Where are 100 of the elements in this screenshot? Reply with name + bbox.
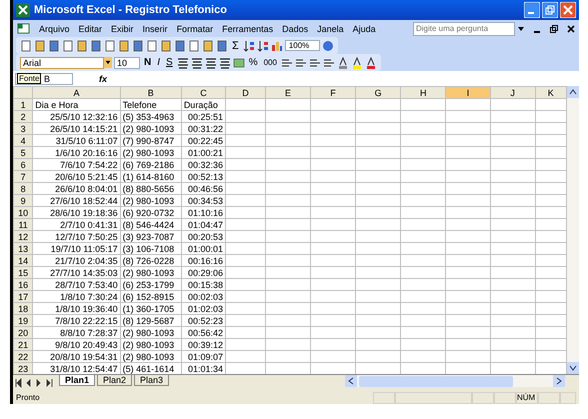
sheet-navigation-icon[interactable] — [15, 378, 55, 388]
table-cell: (5) 353-4963 — [120, 110, 182, 122]
row-header[interactable]: 21 — [14, 338, 33, 350]
row-header[interactable]: 3 — [14, 122, 33, 134]
decimal-icon[interactable] — [308, 56, 321, 68]
bold-button[interactable]: N — [142, 57, 154, 68]
align-icon[interactable] — [190, 56, 203, 68]
table-cell: (2) 980-1093 — [120, 350, 182, 362]
column-header[interactable]: B — [120, 86, 182, 98]
help-icon[interactable] — [322, 40, 334, 52]
column-header[interactable]: A — [32, 86, 120, 98]
row-header[interactable]: 7 — [14, 170, 33, 182]
row-header[interactable]: 4 — [14, 134, 33, 146]
table-cell: 28/6/10 19:18:36 — [32, 206, 120, 218]
row-header[interactable]: 11 — [14, 218, 33, 230]
align-icon[interactable] — [204, 56, 217, 68]
row-header[interactable]: 15 — [14, 266, 33, 278]
align-icon[interactable] — [218, 56, 231, 68]
scroll-left-icon[interactable] — [345, 375, 357, 387]
column-header[interactable]: I — [446, 86, 490, 98]
vertical-scrollbar[interactable] — [567, 86, 579, 374]
column-header[interactable]: C — [181, 86, 226, 98]
font-field[interactable]: Arial — [20, 56, 104, 68]
workbook-icon[interactable] — [17, 22, 30, 35]
autosum-button[interactable]: Σ — [230, 40, 241, 52]
scroll-right-icon[interactable] — [553, 375, 565, 387]
border-icon[interactable] — [336, 56, 349, 68]
fontcolor-icon[interactable] — [364, 56, 377, 68]
row-header[interactable]: 5 — [14, 146, 33, 158]
table-cell: (6) 920-0732 — [120, 206, 182, 218]
row-header[interactable]: 10 — [14, 206, 33, 218]
decimal-icon[interactable] — [294, 56, 307, 68]
thousands-button[interactable]: 000 — [262, 58, 279, 67]
menu-item[interactable]: Ferramentas — [222, 24, 274, 34]
dropdown-arrow-icon[interactable] — [518, 26, 524, 30]
table-cell: 19/7/10 11:05:17 — [32, 242, 120, 254]
row-header[interactable]: 8 — [14, 182, 33, 194]
column-header[interactable]: G — [356, 86, 401, 98]
italic-button[interactable]: I — [155, 57, 162, 68]
sheet-tab[interactable]: Plan1 — [59, 375, 96, 386]
row-header[interactable]: 14 — [14, 254, 33, 266]
table-cell: 20/8/10 19:54:31 — [32, 350, 120, 362]
menu-item[interactable]: Janela — [317, 24, 344, 34]
column-header[interactable]: H — [400, 86, 446, 98]
row-header[interactable]: 20 — [14, 326, 33, 338]
table-cell: 25/5/10 12:32:16 — [32, 110, 120, 122]
restore-icon[interactable] — [550, 24, 558, 32]
fill-icon[interactable] — [350, 56, 363, 68]
underline-button[interactable]: S — [164, 57, 175, 68]
table-cell: (6) 152-8915 — [120, 290, 182, 302]
horizontal-scrollbar[interactable] — [345, 375, 565, 387]
function-button[interactable]: fx — [99, 74, 108, 84]
table-cell: 7/8/10 22:22:15 — [32, 314, 120, 326]
column-header[interactable]: K — [535, 86, 566, 98]
close-icon[interactable] — [567, 24, 575, 32]
question-field[interactable]: Digite uma pergunta — [413, 22, 515, 36]
row-header[interactable]: 17 — [14, 290, 33, 302]
sort-descending-icon[interactable] — [256, 40, 269, 52]
table-cell: 1/8/10 19:36:40 — [32, 302, 120, 314]
menu-item[interactable]: Inserir — [142, 24, 168, 34]
decimal-icon[interactable] — [322, 56, 335, 68]
scroll-up-icon[interactable] — [567, 86, 579, 98]
menu-item[interactable]: Editar — [78, 24, 102, 34]
menu-item[interactable]: Dados — [282, 24, 308, 34]
row-header[interactable]: 6 — [14, 158, 33, 170]
decimal-icon[interactable] — [280, 56, 293, 68]
menu-item[interactable]: Formatar — [176, 24, 214, 34]
window-title: Microsoft Excel - Registro Telefonico — [34, 4, 227, 16]
menu-item[interactable]: Arquivo — [39, 24, 70, 34]
row-header[interactable]: 23 — [14, 362, 33, 374]
table-cell: (8) 880-5656 — [120, 182, 182, 194]
row-header[interactable]: 22 — [14, 350, 33, 362]
row-header[interactable]: 18 — [14, 302, 33, 314]
sheet-tab[interactable]: Plan3 — [134, 375, 170, 386]
column-header[interactable]: E — [266, 86, 311, 98]
table-cell: 00:02:03 — [181, 290, 226, 302]
sheet-tab[interactable]: Plan2 — [97, 375, 132, 386]
table-cell: 26/5/10 14:15:21 — [32, 122, 120, 134]
row-header[interactable]: 13 — [14, 242, 33, 254]
table-cell: 00:32:36 — [181, 158, 226, 170]
chart-icon[interactable] — [270, 40, 283, 52]
row-header[interactable]: 12 — [14, 230, 33, 242]
percent-button[interactable]: % — [246, 57, 260, 68]
font-size-field[interactable]: 10 — [114, 56, 140, 68]
row-header[interactable]: 16 — [14, 278, 33, 290]
row-header[interactable]: 1 — [14, 98, 33, 110]
sort-ascending-icon[interactable] — [242, 40, 255, 52]
align-icon[interactable] — [176, 56, 189, 68]
column-header[interactable]: J — [490, 86, 535, 98]
zoom-field[interactable]: 100% — [284, 40, 320, 51]
column-header[interactable]: D — [226, 86, 266, 98]
table-cell: 01:02:03 — [181, 302, 226, 314]
row-header[interactable]: 9 — [14, 194, 33, 206]
column-header[interactable]: F — [310, 86, 356, 98]
row-header[interactable]: 2 — [14, 110, 33, 122]
menu-item[interactable]: Exibir — [111, 24, 134, 34]
row-header[interactable]: 19 — [14, 314, 33, 326]
menu-item[interactable]: Ajuda — [352, 24, 376, 34]
scroll-down-icon[interactable] — [567, 362, 579, 374]
table-cell: 1/6/10 20:16:16 — [32, 146, 120, 158]
